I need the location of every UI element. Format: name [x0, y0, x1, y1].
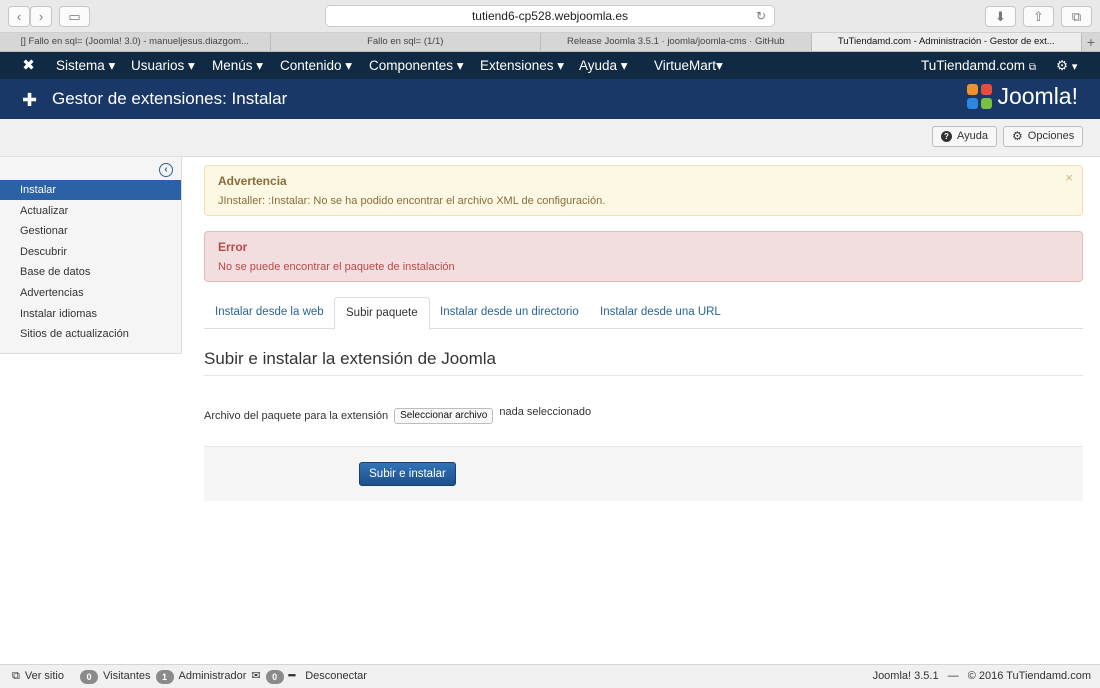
joomla-brand: Joomla! [967, 83, 1078, 110]
browser-tab[interactable]: Fallo en sql= (1/1) [271, 33, 541, 51]
external-link-icon: ⧉ [1028, 62, 1036, 73]
tab-subir-paquete[interactable]: Subir paquete [334, 297, 430, 330]
help-button[interactable]: ? Ayuda [932, 126, 997, 147]
new-tab-icon[interactable]: + [1082, 33, 1100, 51]
warning-heading: Advertencia [218, 174, 287, 188]
user-settings[interactable]: ⚙ ▾ [1056, 52, 1077, 81]
footer-left: ⧉ Ver sitio 0 Visitantes 1 Administrador… [12, 665, 367, 688]
visitors-badge: 0 [80, 669, 98, 684]
error-message: No se puede encontrar el paquete de inst… [218, 261, 455, 273]
gear-icon: ⚙ [1012, 129, 1023, 143]
sidebar-item-descubrir[interactable]: Descubrir [0, 242, 181, 262]
menu-ayuda[interactable]: Ayuda ▾ [579, 52, 628, 79]
browser-tab[interactable]: Release Joomla 3.5.1 · joomla/joomla-cms… [541, 33, 812, 51]
share-icon[interactable]: ⇧ [1023, 6, 1054, 27]
external-link-icon: ⧉ [12, 670, 20, 682]
section-divider [204, 375, 1083, 376]
envelope-icon[interactable]: ✉ [251, 665, 260, 688]
question-icon: ? [941, 131, 952, 142]
version-text: Joomla! 3.5.1 [872, 670, 939, 682]
logout-link[interactable]: Desconectar [305, 665, 367, 688]
tab-instalar-url[interactable]: Instalar desde una URL [589, 297, 732, 329]
menu-sistema[interactable]: Sistema ▾ [56, 52, 115, 79]
brand-text: Joomla! [997, 83, 1078, 109]
tab-instalar-web[interactable]: Instalar desde la web [204, 297, 335, 329]
error-heading: Error [218, 240, 248, 254]
menu-menus[interactable]: Menús ▾ [212, 52, 263, 79]
menu-virtuemart[interactable]: VirtueMart▾ [654, 52, 723, 79]
menu-contenido[interactable]: Contenido ▾ [280, 52, 352, 79]
section-title: Subir e instalar la extensión de Joomla [204, 349, 496, 368]
admin-navbar: ✖ Sistema ▾ Usuarios ▾ Menús ▾ Contenido… [0, 52, 1100, 79]
install-tabs: Instalar desde la web Subir paquete Inst… [204, 297, 1083, 330]
sidebar: ‹ Instalar Actualizar Gestionar Descubri… [0, 157, 182, 354]
upload-install-button[interactable]: Subir e instalar [359, 462, 456, 486]
choose-file-button[interactable]: Seleccionar archivo [394, 408, 494, 424]
puzzle-icon: ✚ [22, 90, 38, 110]
sidebar-item-instalar[interactable]: Instalar [0, 180, 181, 200]
error-alert: Error No se puede encontrar el paquete d… [204, 231, 1083, 282]
options-button[interactable]: ⚙ Opciones [1003, 126, 1084, 147]
view-site-link[interactable]: Ver sitio [25, 665, 64, 688]
sidebar-item-actualizar[interactable]: Actualizar [0, 201, 181, 221]
browser-toolbar: ‹ › ▭ tutiend6-cp528.webjoomla.es ↻ ⬇ ⇧ … [0, 0, 1100, 33]
collapse-sidebar-icon[interactable]: ‹ [159, 163, 173, 177]
file-upload-row: Archivo del paquete para la extensión Se… [204, 406, 592, 424]
admins-badge: 1 [155, 669, 174, 684]
page-title: Gestor de extensiones: Instalar [52, 89, 288, 108]
file-status: nada seleccionado [499, 406, 592, 418]
tab-instalar-directorio[interactable]: Instalar desde un directorio [429, 297, 590, 329]
sidebar-item-gestionar[interactable]: Gestionar [0, 221, 181, 241]
subhead-toolbar: ? Ayuda ⚙ Opciones [0, 119, 1100, 157]
joomla-mark-icon [967, 83, 993, 110]
site-name: TuTiendamd.com [921, 58, 1026, 73]
browser-tab[interactable]: [] Fallo en sql= (Joomla! 3.0) - manuelj… [0, 33, 271, 51]
admins-label: Administrador [178, 670, 247, 682]
minus-icon: ━ [288, 670, 296, 682]
settings-caret: ▾ [1071, 61, 1078, 73]
copyright-text: © 2016 TuTiendamd.com [967, 670, 1091, 682]
close-icon[interactable]: × [1065, 170, 1073, 185]
site-link[interactable]: TuTiendamd.com ⧉ [921, 52, 1036, 81]
form-actions: Subir e instalar [204, 446, 1083, 501]
address-bar[interactable]: tutiend6-cp528.webjoomla.es ↻ [325, 5, 775, 27]
page-header: ✚ Gestor de extensiones: Instalar Joomla… [0, 79, 1100, 119]
menu-extensiones[interactable]: Extensiones ▾ [480, 52, 564, 79]
forward-icon[interactable]: › [30, 6, 52, 27]
help-label: Ayuda [957, 130, 988, 142]
menu-usuarios[interactable]: Usuarios ▾ [131, 52, 195, 79]
warning-alert: Advertencia JInstaller: :Instalar: No se… [204, 165, 1083, 216]
download-icon[interactable]: ⬇ [985, 6, 1016, 27]
messages-badge[interactable]: 0 [265, 669, 284, 684]
browser-tabs: [] Fallo en sql= (Joomla! 3.0) - manuelj… [0, 33, 1100, 52]
status-footer: ⧉ Ver sitio 0 Visitantes 1 Administrador… [0, 664, 1100, 688]
sidebar-item-advertencias[interactable]: Advertencias [0, 283, 181, 303]
file-label: Archivo del paquete para la extensión [204, 410, 389, 422]
reload-icon[interactable]: ↻ [756, 6, 766, 26]
back-icon[interactable]: ‹ [8, 6, 30, 27]
url-text: tutiend6-cp528.webjoomla.es [471, 9, 629, 23]
sidebar-item-sitios-actualizacion[interactable]: Sitios de actualización [0, 324, 181, 344]
sidebar-item-instalar-idiomas[interactable]: Instalar idiomas [0, 304, 181, 324]
options-label: Opciones [1027, 130, 1075, 142]
warning-message: JInstaller: :Instalar: No se ha podido e… [218, 195, 606, 207]
visitors-label: Visitantes [103, 670, 151, 682]
sidebar-toggle-icon[interactable]: ▭ [59, 6, 90, 27]
footer-separator: — [947, 670, 959, 682]
tabs-overview-icon[interactable]: ⧉ [1061, 6, 1092, 27]
browser-tab-active[interactable]: TuTiendamd.com - Administración - Gestor… [811, 33, 1082, 51]
menu-componentes[interactable]: Componentes ▾ [369, 52, 464, 79]
joomla-logo-icon[interactable]: ✖ [20, 57, 37, 74]
footer-right: Joomla! 3.5.1 — © 2016 TuTiendamd.com [873, 665, 1091, 688]
sidebar-item-base-de-datos[interactable]: Base de datos [0, 262, 181, 282]
gear-icon: ⚙ [1056, 58, 1069, 73]
